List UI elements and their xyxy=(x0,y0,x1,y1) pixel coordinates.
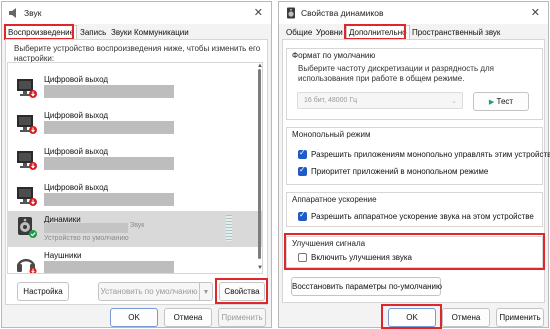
exclusive-priority-checkbox[interactable] xyxy=(298,165,307,176)
enable-enhancements-label: Включить улучшения звука xyxy=(311,253,412,262)
tab-strip: Воспроизведение Запись Звуки Коммуникаци… xyxy=(5,25,268,40)
list-item[interactable]: Цифровой выход xyxy=(8,179,262,215)
ok-button[interactable]: OK xyxy=(110,308,158,327)
tab-strip: Общие Уровни Дополнительно Пространствен… xyxy=(282,25,545,40)
speaker-icon xyxy=(9,8,16,18)
digital-output-icon xyxy=(17,151,37,170)
speakers-icon xyxy=(18,217,37,238)
tab-communications[interactable]: Коммуникации xyxy=(132,27,191,39)
redacted-device-details xyxy=(44,261,174,273)
format-description: Выберите частоту дискретизации и разрядн… xyxy=(298,64,495,83)
digital-output-icon xyxy=(17,79,37,98)
device-name: Цифровой выход xyxy=(44,75,109,84)
cancel-button[interactable]: Отмена xyxy=(164,308,212,327)
list-item-selected[interactable]: Динамики Звук Устройство по умолчанию xyxy=(8,211,262,247)
tab-spatial-sound[interactable]: Пространственный звук xyxy=(410,27,502,39)
list-item[interactable]: Цифровой выход xyxy=(8,107,262,143)
chevron-down-icon: ▼ xyxy=(202,289,210,296)
hardware-acceleration-label: Разрешить аппаратное ускорение звука на … xyxy=(311,212,534,221)
device-name: Цифровой выход xyxy=(44,147,109,156)
hardware-acceleration-group: Аппаратное ускорение Разрешить аппаратно… xyxy=(286,192,543,227)
ok-button[interactable]: OK xyxy=(388,308,436,327)
format-select[interactable]: 16 бит, 48000 Гц ⌄ xyxy=(297,92,463,109)
scroll-down-icon[interactable]: ▼ xyxy=(257,265,262,271)
set-default-button[interactable]: Установить по умолчанию xyxy=(98,282,200,301)
device-status: Устройство по умолчанию xyxy=(44,235,129,242)
group-title: Формат по умолчанию xyxy=(292,51,376,60)
close-icon[interactable]: ✕ xyxy=(254,6,263,19)
device-list-description: Выберите устройство воспроизведения ниже… xyxy=(14,44,261,63)
list-item[interactable]: Цифровой выход xyxy=(8,71,262,107)
enable-enhancements-checkbox[interactable] xyxy=(298,253,307,262)
redacted-device-details xyxy=(44,157,174,170)
redacted-device-details xyxy=(44,193,174,206)
test-button-label: Тест xyxy=(496,97,514,106)
digital-output-icon xyxy=(17,187,37,206)
properties-button[interactable]: Свойства xyxy=(219,282,265,301)
list-item[interactable]: Цифровой выход xyxy=(8,143,262,179)
hardware-acceleration-checkbox[interactable] xyxy=(298,210,307,221)
device-name: Наушники xyxy=(44,251,82,260)
redacted-device-details xyxy=(44,121,174,134)
device-description: Звук xyxy=(130,222,145,229)
scrollbar[interactable]: ▲ ▼ xyxy=(256,63,262,273)
apply-button[interactable]: Применить xyxy=(218,308,266,327)
restore-defaults-button[interactable]: Восстановить параметры по-умолчанию xyxy=(291,277,442,296)
headphones-icon xyxy=(16,258,37,273)
allow-exclusive-label: Разрешить приложениям монопольно управля… xyxy=(311,150,550,159)
play-icon: ▶ xyxy=(488,99,495,106)
device-name: Цифровой выход xyxy=(44,183,109,192)
default-format-group: Формат по умолчанию Выберите частоту дис… xyxy=(286,48,543,120)
exclusive-priority-label: Приоритет приложений в монопольном режим… xyxy=(311,167,489,176)
format-select-value: 16 бит, 48000 Гц xyxy=(304,97,358,104)
tab-recording[interactable]: Запись xyxy=(78,27,108,39)
group-title: Улучшения сигнала xyxy=(292,239,366,248)
group-title: Монопольный режим xyxy=(292,130,371,139)
title-bar[interactable]: Звук ✕ xyxy=(2,2,271,24)
configure-button[interactable]: Настройка xyxy=(17,282,69,301)
device-name: Цифровой выход xyxy=(44,111,109,120)
enhancements-group: Улучшения сигнала Включить улучшения зву… xyxy=(286,236,543,268)
cancel-button[interactable]: Отмена xyxy=(442,308,490,327)
volume-meter xyxy=(226,215,232,241)
list-item[interactable]: Наушники xyxy=(8,247,262,273)
tab-advanced[interactable]: Дополнительно xyxy=(346,25,410,40)
allow-exclusive-checkbox[interactable] xyxy=(298,148,307,159)
redacted-device-details xyxy=(44,85,174,98)
chevron-down-icon: ⌄ xyxy=(451,98,457,105)
window-title: Звук xyxy=(24,8,42,18)
close-icon[interactable]: ✕ xyxy=(531,6,540,19)
tab-general[interactable]: Общие xyxy=(284,27,314,39)
speaker-icon xyxy=(287,7,295,19)
exclusive-mode-group: Монопольный режим Разрешить приложениям … xyxy=(286,127,550,185)
redacted-device-details xyxy=(44,223,128,233)
tab-sounds[interactable]: Звуки xyxy=(109,27,134,39)
scrollbar-thumb[interactable] xyxy=(258,69,261,259)
set-default-dropdown[interactable]: ▼ xyxy=(199,282,213,301)
window-title: Свойства динамиков xyxy=(301,8,384,18)
group-title: Аппаратное ускорение xyxy=(292,195,377,204)
speaker-properties-dialog: Свойства динамиков ✕ Общие Уровни Дополн… xyxy=(278,1,550,329)
test-button[interactable]: ▶ Тест xyxy=(473,92,529,111)
sound-dialog: Звук ✕ Воспроизведение Запись Звуки Комм… xyxy=(1,1,272,328)
digital-output-icon xyxy=(17,115,37,134)
title-bar[interactable]: Свойства динамиков ✕ xyxy=(279,2,548,24)
apply-button[interactable]: Применить xyxy=(496,308,544,327)
tab-playback[interactable]: Воспроизведение xyxy=(5,25,78,40)
device-list[interactable]: Цифровой выход Цифровой выход Цифровой в… xyxy=(7,62,263,274)
tab-levels[interactable]: Уровни xyxy=(314,27,345,39)
